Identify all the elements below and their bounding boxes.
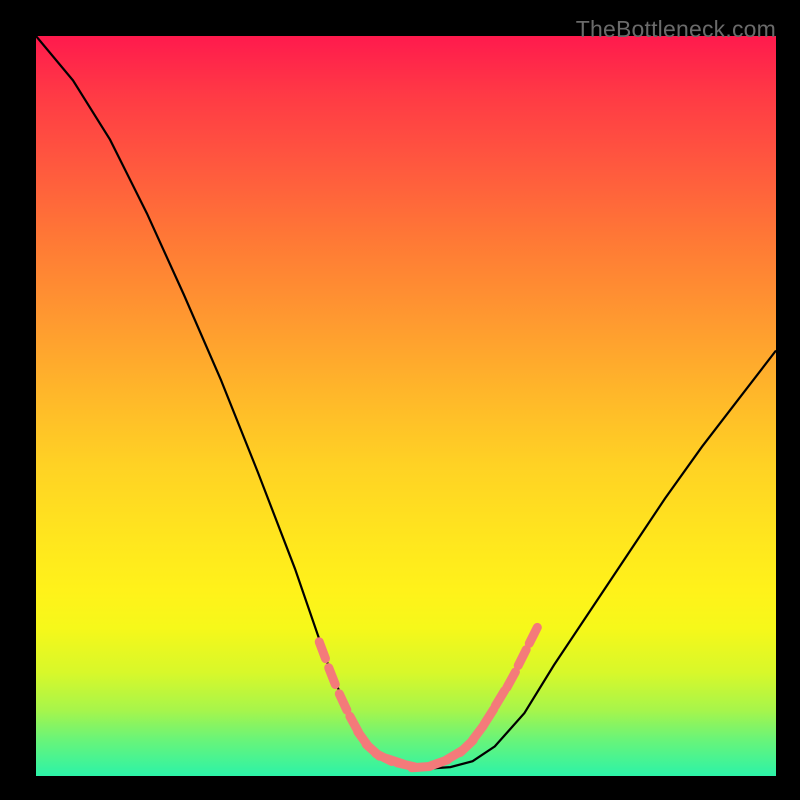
highlight-segment — [495, 691, 504, 706]
chart-frame: TheBottleneck.com — [0, 0, 800, 800]
highlight-segment — [484, 709, 494, 724]
highlight-segment — [366, 744, 379, 756]
highlight-segment — [431, 760, 448, 766]
chart-svg — [36, 36, 776, 776]
highlight-segment — [376, 754, 392, 762]
highlight-segment — [460, 740, 473, 752]
plot-area — [36, 36, 776, 776]
highlight-segment — [319, 642, 325, 659]
highlight-segment — [472, 726, 483, 740]
highlight-segment — [412, 767, 430, 768]
highlight-segment — [329, 668, 336, 685]
highlight-segment — [397, 763, 415, 767]
highlight-segment — [507, 672, 516, 688]
highlight-segment — [358, 732, 369, 747]
watermark-text: TheBottleneck.com — [576, 16, 776, 43]
main-curve — [36, 36, 776, 769]
highlight-segment — [386, 758, 403, 764]
highlight-segment — [518, 650, 526, 666]
highlight-segment — [339, 694, 347, 710]
highlight-segment — [446, 751, 461, 760]
highlight-markers — [319, 627, 537, 767]
highlight-segment — [350, 716, 359, 732]
highlight-segment — [529, 627, 537, 643]
